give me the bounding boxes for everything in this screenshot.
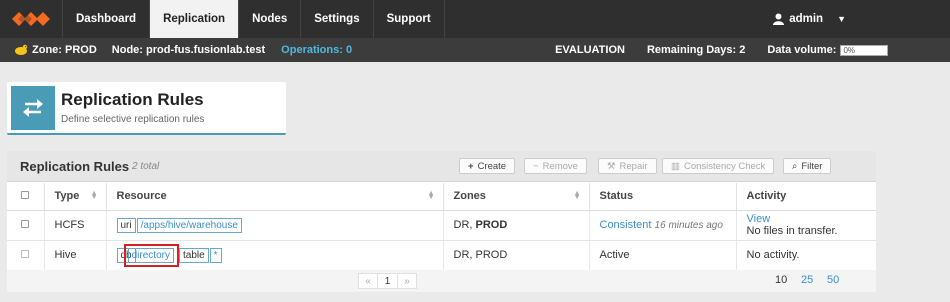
data-volume-bar: 0% (840, 44, 889, 56)
search-icon: ⌕ (792, 160, 798, 172)
panel-title: Replication Rules (20, 159, 130, 174)
col-status[interactable]: Status (589, 183, 737, 211)
rule-count: 2 total (132, 161, 160, 172)
select-all-cell (7, 183, 45, 211)
page-subtitle: Define selective replication rules (61, 114, 205, 125)
directory-chip[interactable]: directory (127, 247, 174, 263)
zone-label: Zone: PROD (32, 44, 97, 56)
status-cell: Consistent 16 minutes ago (589, 210, 737, 241)
col-type-label: Type (54, 190, 80, 203)
top-nav: Dashboard Replication Nodes Settings Sup… (0, 0, 950, 38)
resource-cell: dbdirectory table * (106, 240, 444, 271)
repair-button[interactable]: ⚒ Repair (598, 158, 657, 174)
filter-button[interactable]: ⌕ Filter (783, 158, 832, 174)
chevron-down-icon[interactable]: ▼ (837, 0, 950, 38)
logo-icon (12, 12, 50, 26)
zone-dr: DR, (453, 219, 473, 231)
col-zones-label: Zones (453, 190, 486, 203)
row-checkbox[interactable] (21, 220, 30, 228)
activity-cell: View No files in transfer. (736, 210, 876, 241)
type-cell: Hive (44, 240, 107, 271)
wildcard-chip[interactable]: * (209, 247, 222, 263)
columns-icon: ▥ (671, 160, 680, 172)
user-icon (773, 13, 785, 25)
wrench-icon: ⚒ (607, 160, 616, 172)
highlight-box: directory (123, 243, 179, 267)
sort-icon: ▲ ▼ (427, 190, 435, 201)
status-cell: Active (589, 240, 737, 271)
page-size-25[interactable]: 25 (801, 274, 813, 286)
status-bar: Zone: PROD Node: prod-fus.fusionlab.test… (0, 38, 950, 62)
zone-indicator: Zone: PROD (14, 44, 97, 56)
rules-table: Type ▲ ▼ Resource ▲ ▼ Zones ▲ ▼ Status Activit… (7, 183, 876, 271)
filter-label: Filter (801, 160, 823, 172)
nav-tab-dashboard[interactable]: Dashboard (63, 0, 151, 38)
create-label: Create (477, 160, 507, 172)
col-activity-label: Activity (746, 190, 787, 203)
rules-panel: Replication Rules 2 total + Create − Rem… (7, 151, 876, 292)
table-header-row: Type ▲ ▼ Resource ▲ ▼ Zones ▲ ▼ Status Activit… (7, 183, 876, 211)
pagination-bar: « 1 » 10 25 50 (7, 270, 876, 292)
remaining-days: Remaining Days: 2 (646, 44, 746, 56)
row-select-cell (7, 240, 45, 271)
remove-button[interactable]: − Remove (524, 158, 587, 174)
create-button[interactable]: + Create (459, 158, 516, 174)
col-status-label: Status (599, 190, 634, 203)
node-label: Node: prod-fus.fusionlab.test (111, 44, 266, 56)
page-size-10[interactable]: 10 (775, 274, 787, 286)
replication-icon (11, 86, 55, 130)
col-resource-label: Resource (116, 190, 167, 203)
nav-tab-settings[interactable]: Settings (301, 0, 374, 38)
row-select-cell (7, 210, 45, 241)
col-resource[interactable]: Resource ▲ ▼ (106, 183, 444, 211)
table-row[interactable]: HCFS uri/apps/hive/warehouse DR, PROD Co… (7, 210, 876, 241)
resource-type-chip: uri (116, 217, 136, 233)
nav-tab-nodes[interactable]: Nodes (239, 0, 302, 38)
zones-cell: DR, PROD (443, 240, 590, 271)
sort-icon: ▲ ▼ (573, 190, 581, 201)
table-chip: table (178, 247, 209, 263)
remove-label: Remove (542, 160, 578, 172)
consistency-check-label: Consistency Check (683, 160, 766, 172)
table-row[interactable]: Hive dbdirectory table * DR, PROD Active N… (7, 240, 876, 271)
page-title: Replication Rules (61, 90, 204, 109)
page-size-50[interactable]: 50 (827, 274, 839, 286)
user-name: admin (789, 13, 824, 25)
nav-tab-support[interactable]: Support (374, 0, 445, 38)
logo[interactable] (0, 0, 63, 38)
page-1-button[interactable]: 1 (377, 273, 398, 289)
panel-header: Replication Rules 2 total + Create − Rem… (7, 151, 876, 182)
prev-page-button[interactable]: « (358, 273, 378, 289)
sort-icon: ▲ ▼ (90, 190, 98, 201)
zones-cell: DR, PROD (443, 210, 590, 241)
user-menu[interactable]: admin (773, 0, 837, 38)
status-link[interactable]: Consistent (600, 219, 652, 231)
page-header-card: Replication Rules Define selective repli… (7, 82, 286, 135)
resource-path-chip[interactable]: /apps/hive/warehouse (136, 217, 242, 233)
minus-icon: − (533, 160, 539, 172)
col-activity[interactable]: Activity (736, 183, 876, 211)
resource-cell: uri/apps/hive/warehouse (106, 210, 444, 241)
row-checkbox[interactable] (21, 250, 30, 258)
next-page-button[interactable]: » (397, 273, 417, 289)
activity-cell: No activity. (736, 240, 876, 271)
plus-icon: + (468, 160, 474, 172)
license-label: EVALUATION (555, 44, 625, 56)
hadoop-icon (15, 44, 28, 55)
data-volume-label: Data volume: (767, 44, 837, 56)
view-link[interactable]: View (747, 213, 867, 225)
select-all-checkbox[interactable] (21, 191, 30, 200)
activity-text: No files in transfer. (746, 225, 838, 237)
operations-link[interactable]: Operations: 0 (281, 44, 352, 56)
nav-tab-replication[interactable]: Replication (150, 0, 240, 38)
type-cell: HCFS (44, 210, 107, 241)
repair-label: Repair (619, 160, 648, 172)
zone-prod: PROD (475, 219, 508, 231)
consistency-check-button[interactable]: ▥ Consistency Check (662, 158, 775, 174)
col-zones[interactable]: Zones ▲ ▼ (443, 183, 590, 211)
status-time: 16 minutes ago (654, 220, 723, 231)
col-type[interactable]: Type ▲ ▼ (44, 183, 107, 211)
